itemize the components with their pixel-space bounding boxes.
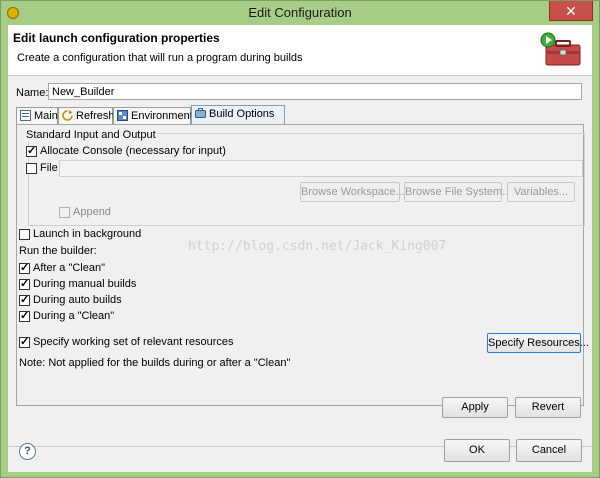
name-input[interactable] <box>48 83 582 100</box>
append-check[interactable] <box>59 206 70 218</box>
help-icon[interactable]: ? <box>19 443 36 460</box>
clean-note: Note: Not applied for the builds during … <box>19 357 291 369</box>
tab-refresh-label: Refresh <box>76 110 115 122</box>
refresh-icon <box>62 110 73 121</box>
cancel-button[interactable]: Cancel <box>516 439 582 462</box>
standard-io-group-label: Standard Input and Output <box>25 129 157 141</box>
ok-button[interactable]: OK <box>444 439 510 462</box>
file-checkbox[interactable]: File <box>26 162 58 174</box>
manual-builds-check[interactable] <box>19 277 30 290</box>
launch-background-checkbox[interactable]: Launch in background <box>19 228 141 240</box>
during-clean-check[interactable] <box>19 309 30 322</box>
append-checkbox[interactable]: Append <box>59 206 111 218</box>
tab-build-options-label: Build Options <box>209 108 275 120</box>
browse-workspace-button[interactable]: Browse Workspace... <box>300 182 405 202</box>
tab-environment[interactable]: Environment <box>113 107 193 124</box>
working-set-check[interactable] <box>19 335 30 348</box>
auto-builds-checkbox[interactable]: During auto builds <box>19 293 122 306</box>
launch-background-label: Launch in background <box>33 228 142 240</box>
tab-build-options[interactable]: Build Options <box>191 105 285 125</box>
tab-main[interactable]: Main <box>16 107 58 124</box>
file-check[interactable] <box>26 162 37 174</box>
build-options-icon <box>195 108 206 118</box>
close-button[interactable]: ✕ <box>549 1 593 21</box>
file-path-field[interactable] <box>59 160 583 177</box>
allocate-console-checkbox[interactable]: Allocate Console (necessary for input) <box>26 144 226 157</box>
during-clean-checkbox[interactable]: During a "Clean" <box>19 309 115 322</box>
auto-builds-label: During auto builds <box>33 294 122 306</box>
toolbox-run-icon <box>540 32 581 66</box>
during-clean-label: During a "Clean" <box>33 310 115 322</box>
environment-icon <box>117 110 128 121</box>
allocate-console-label: Allocate Console (necessary for input) <box>40 145 226 157</box>
manual-builds-checkbox[interactable]: During manual builds <box>19 277 137 290</box>
after-clean-label: After a "Clean" <box>33 262 106 274</box>
manual-builds-label: During manual builds <box>33 278 137 290</box>
dialog-header: Edit launch configuration properties Cre… <box>8 25 592 76</box>
browse-file-system-button[interactable]: Browse File System... <box>404 182 511 202</box>
watermark-text: http://blog.csdn.net/Jack_King007 <box>188 239 447 254</box>
dialog-body: Edit launch configuration properties Cre… <box>8 25 592 472</box>
working-set-label: Specify working set of relevant resource… <box>33 336 234 348</box>
launch-background-check[interactable] <box>19 228 30 240</box>
header-title: Edit launch configuration properties <box>13 31 220 45</box>
after-clean-check[interactable] <box>19 261 30 274</box>
revert-button[interactable]: Revert <box>515 397 581 418</box>
append-label: Append <box>73 206 111 218</box>
header-description: Create a configuration that will run a p… <box>17 52 303 64</box>
after-clean-checkbox[interactable]: After a "Clean" <box>19 261 106 274</box>
variables-button[interactable]: Variables... <box>507 182 575 202</box>
working-set-checkbox[interactable]: Specify working set of relevant resource… <box>19 335 234 348</box>
title-bar[interactable]: Edit Configuration ✕ <box>1 1 599 25</box>
name-label: Name: <box>16 87 49 99</box>
tab-refresh[interactable]: Refresh <box>58 107 115 124</box>
main-tab-icon <box>20 110 31 121</box>
window-title: Edit Configuration <box>248 5 352 20</box>
apply-button[interactable]: Apply <box>442 397 508 418</box>
file-label: File <box>40 162 58 174</box>
auto-builds-check[interactable] <box>19 293 30 306</box>
allocate-console-check[interactable] <box>26 144 37 157</box>
tab-environment-label: Environment <box>131 110 193 122</box>
specify-resources-button[interactable]: Specify Resources... <box>487 333 589 353</box>
edit-configuration-window: Edit Configuration ✕ Edit launch configu… <box>0 0 600 478</box>
tab-main-label: Main <box>34 110 58 122</box>
run-builder-label: Run the builder: <box>19 245 97 257</box>
